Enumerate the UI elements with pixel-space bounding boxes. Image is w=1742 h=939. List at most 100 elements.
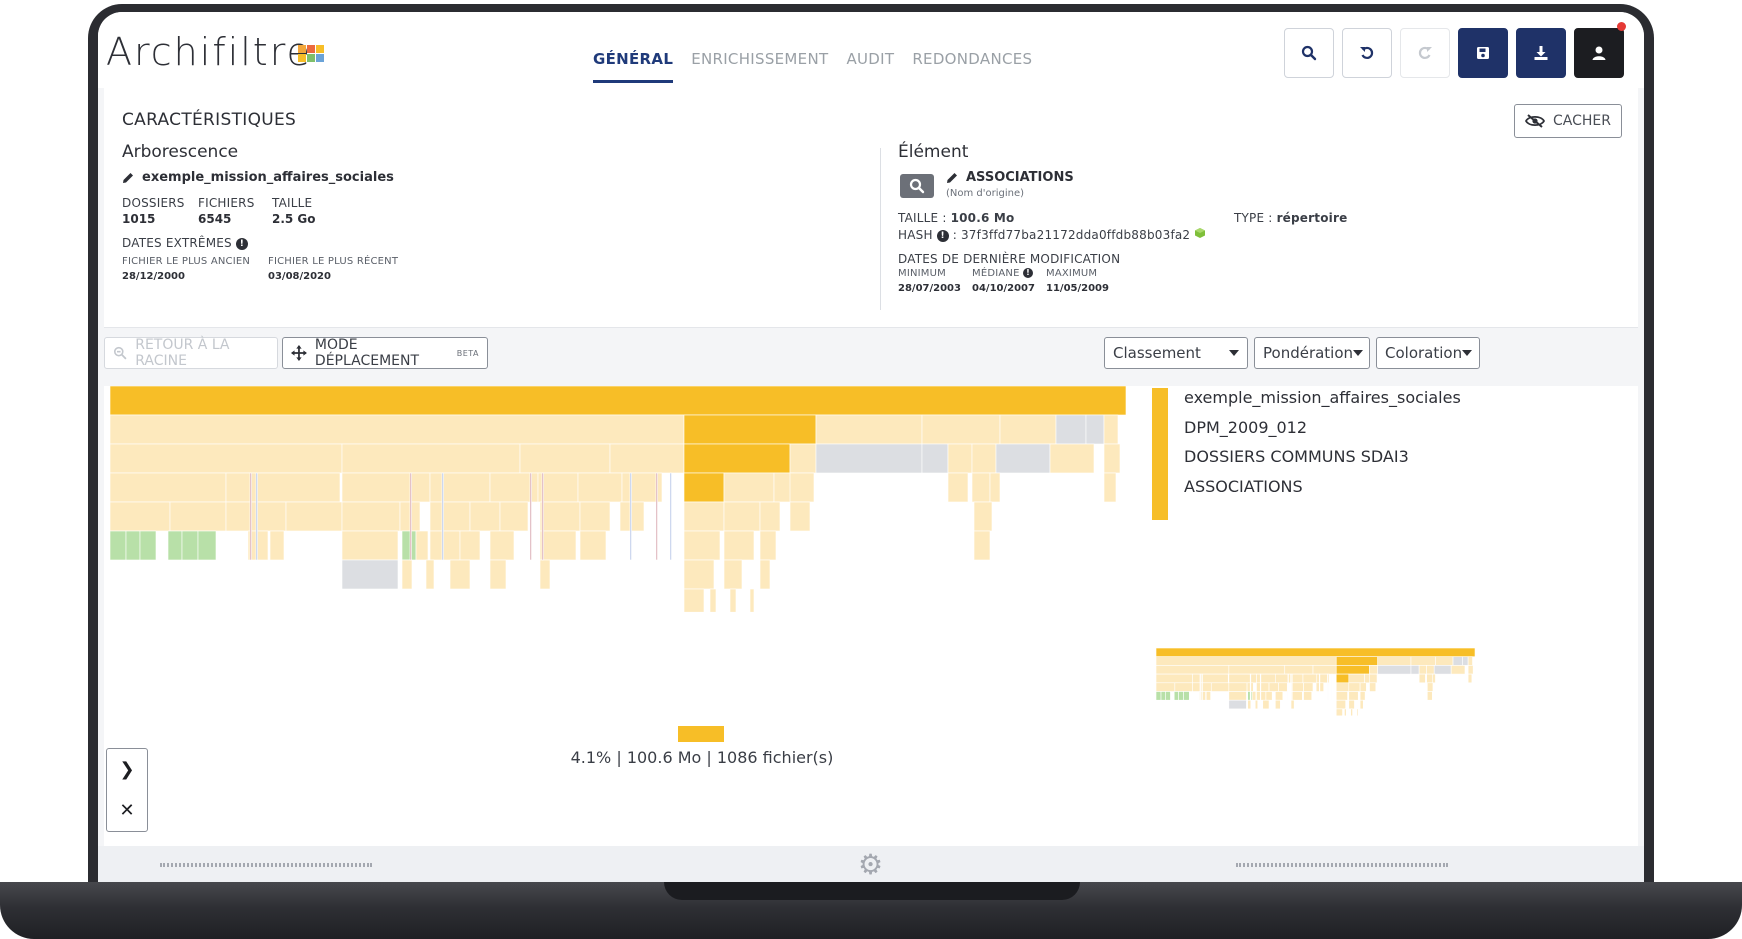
tab-redondances[interactable]: REDONDANCES: [912, 50, 1032, 83]
icicle-cell[interactable]: [619, 501, 645, 532]
icicle-cell[interactable]: [1302, 673, 1318, 684]
right-resize-handle[interactable]: [1236, 863, 1448, 867]
icicle-cell[interactable]: [409, 472, 412, 561]
icicle-cell[interactable]: [1433, 665, 1452, 675]
icicle-cell[interactable]: [125, 530, 141, 561]
icicle-cell[interactable]: [759, 559, 771, 590]
icicle-cell[interactable]: [815, 414, 923, 445]
icicle-cell[interactable]: [1290, 699, 1295, 710]
icicle-cell[interactable]: [181, 530, 199, 561]
tab-general[interactable]: GÉNÉRAL: [593, 50, 674, 83]
icicle-cell[interactable]: [995, 443, 1051, 474]
icicle-cell[interactable]: [1256, 673, 1276, 684]
icicle-cell[interactable]: [723, 530, 755, 561]
icicle-cell[interactable]: [429, 501, 471, 532]
breadcrumb-item[interactable]: DPM_2009_012: [1184, 418, 1307, 437]
icicle-cell[interactable]: [269, 530, 285, 561]
icicle-cell[interactable]: [1350, 708, 1353, 717]
icicle-cell[interactable]: [1359, 682, 1367, 692]
icicle-cell[interactable]: [1275, 691, 1284, 701]
icicle-cell[interactable]: [499, 501, 529, 532]
icicle-cell[interactable]: [1278, 682, 1288, 692]
icicle-cell[interactable]: [1410, 656, 1436, 666]
icicle-cell[interactable]: [1327, 673, 1329, 701]
icicle-cell[interactable]: [921, 443, 949, 474]
icicle-cell[interactable]: [683, 414, 817, 445]
icicle-cell[interactable]: [1348, 699, 1355, 710]
icicle-cell[interactable]: [1462, 656, 1469, 666]
icicle-cell[interactable]: [167, 530, 183, 561]
icicle-cell[interactable]: [1268, 682, 1279, 692]
icicle-cell[interactable]: [109, 530, 127, 561]
icicle-cell[interactable]: [539, 501, 581, 532]
icicle-cell[interactable]: [1348, 682, 1361, 692]
icicle-cell[interactable]: [1205, 691, 1211, 701]
icicle-cell[interactable]: [921, 414, 1001, 445]
icicle-cell[interactable]: [1049, 443, 1095, 474]
icicle-cell[interactable]: [1426, 673, 1433, 684]
icicle-cell[interactable]: [1165, 691, 1171, 701]
download-button[interactable]: [1516, 28, 1566, 78]
icicle-cell[interactable]: [577, 472, 623, 503]
icicle-cell[interactable]: [1201, 673, 1203, 701]
hide-button[interactable]: CACHER: [1514, 104, 1622, 138]
icicle-cell[interactable]: [1173, 691, 1179, 701]
icicle-cell[interactable]: [1369, 665, 1378, 675]
icicle-cell[interactable]: [1290, 682, 1304, 692]
icicle-cell[interactable]: [1156, 682, 1176, 692]
icicle-cell[interactable]: [341, 472, 431, 503]
icicle-cell[interactable]: [249, 472, 252, 561]
icicle-cell[interactable]: [537, 472, 579, 503]
icicle-cell[interactable]: [759, 501, 781, 532]
icicle-cell[interactable]: [1348, 673, 1365, 684]
breadcrumb-item[interactable]: ASSOCIATIONS: [1184, 477, 1303, 496]
icicle-cell[interactable]: [1249, 673, 1252, 701]
icicle-cell[interactable]: [1331, 673, 1333, 701]
icicle-cell[interactable]: [449, 559, 471, 590]
breadcrumb-item[interactable]: DOSSIERS COMMUNS SDAI3: [1184, 447, 1409, 466]
icicle-chart[interactable]: [104, 386, 1134, 616]
icicle-cell[interactable]: [683, 588, 705, 613]
icicle-cell[interactable]: [1418, 673, 1426, 684]
icicle-cell[interactable]: [429, 530, 461, 561]
icicle-cell[interactable]: [1452, 656, 1463, 666]
icicle-cell[interactable]: [609, 443, 685, 474]
icicle-cell[interactable]: [1335, 699, 1346, 710]
icicle-cell[interactable]: [1156, 691, 1162, 701]
icicle-cell[interactable]: [683, 501, 725, 532]
icicle-cell[interactable]: [723, 559, 743, 590]
icicle-cell[interactable]: [1256, 682, 1270, 692]
info-icon[interactable]: !: [936, 229, 949, 242]
icicle-cell[interactable]: [1228, 699, 1247, 710]
icicle-cell[interactable]: [683, 559, 715, 590]
icicle-cell[interactable]: [1228, 673, 1257, 684]
icicle-cell[interactable]: [1344, 708, 1347, 717]
icicle-cell[interactable]: [529, 472, 532, 561]
icicle-cell[interactable]: [1251, 691, 1257, 701]
save-button[interactable]: [1458, 28, 1508, 78]
icicle-cell[interactable]: [1183, 691, 1190, 701]
icicle-cell[interactable]: [1335, 708, 1343, 717]
icicle-cell[interactable]: [1228, 691, 1247, 701]
left-resize-handle[interactable]: [160, 863, 372, 867]
icicle-cell[interactable]: [655, 472, 658, 561]
icicle-cell[interactable]: [1287, 673, 1289, 701]
icicle-cell[interactable]: [1160, 691, 1166, 701]
icicle-cell[interactable]: [683, 443, 791, 474]
icicle-cell[interactable]: [789, 501, 811, 532]
icicle-cell[interactable]: [1210, 682, 1230, 692]
icicle-cell[interactable]: [1055, 414, 1087, 445]
icicle-cell[interactable]: [109, 472, 227, 503]
icicle-cell[interactable]: [519, 443, 611, 474]
icicle-cell[interactable]: [1174, 682, 1193, 692]
icicle-cell[interactable]: [723, 472, 775, 503]
icicle-cell[interactable]: [1199, 673, 1201, 701]
icicle-cell[interactable]: [459, 530, 481, 561]
icicle-cell[interactable]: [1156, 665, 1230, 675]
icicle-cell[interactable]: [489, 530, 515, 561]
icicle-cell[interactable]: [1359, 699, 1364, 710]
icicle-cell[interactable]: [971, 472, 991, 503]
icicle-cell[interactable]: [401, 530, 417, 561]
icicle-cell[interactable]: [1303, 682, 1314, 692]
icicle-cell[interactable]: [1348, 691, 1359, 701]
